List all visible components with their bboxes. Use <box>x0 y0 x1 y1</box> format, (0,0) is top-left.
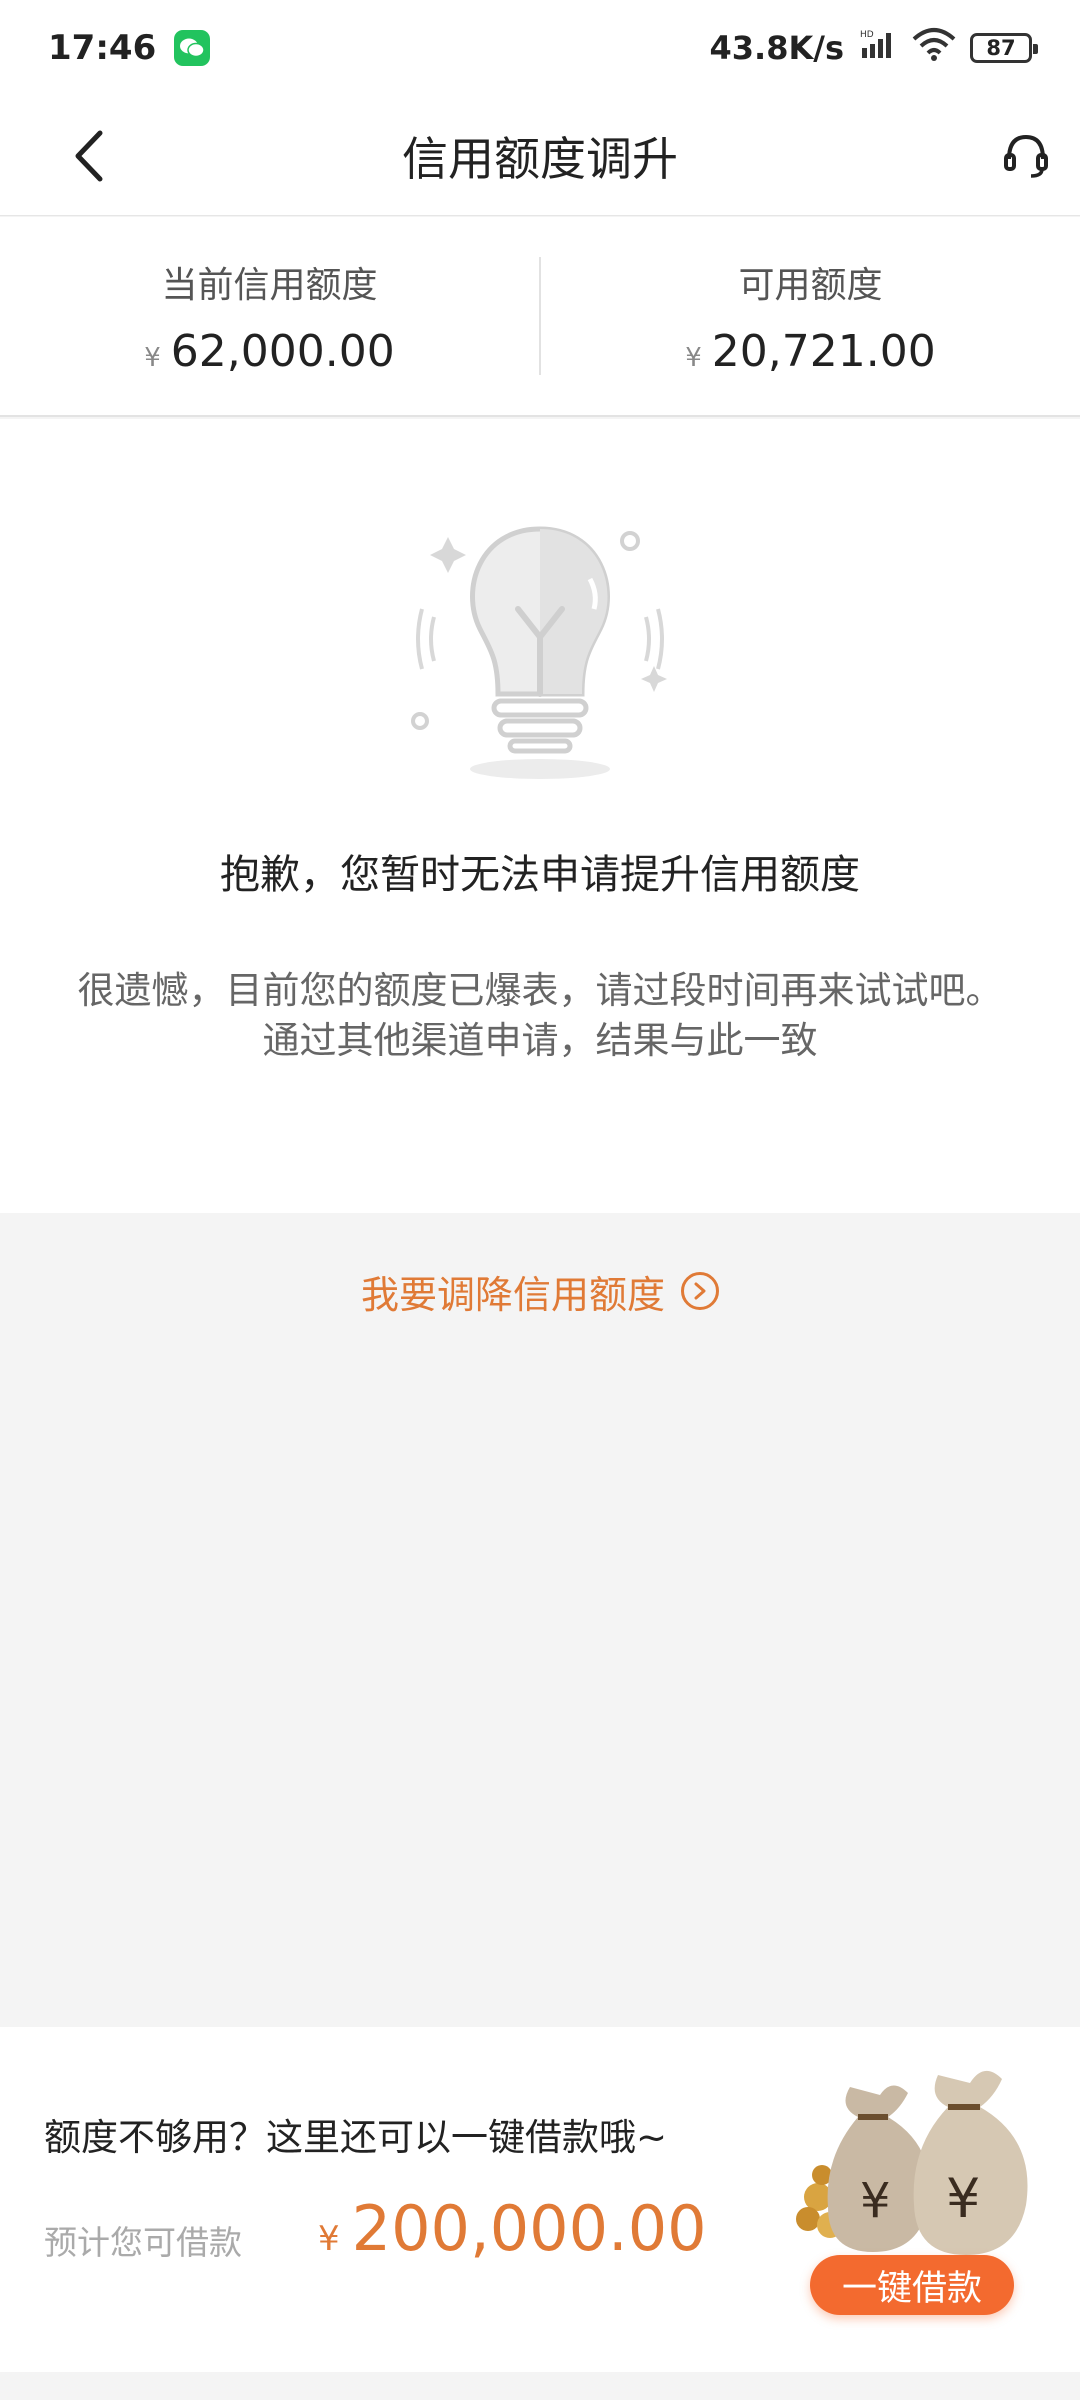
nav-bar: 信用额度调升 <box>0 96 1080 216</box>
wifi-icon <box>912 27 956 70</box>
money-bags-icon: ¥ ¥ <box>796 2070 1028 2255</box>
status-right: 43.8K/s HD 87 <box>709 27 1038 70</box>
loan-amount: 200,000.00 <box>351 2192 707 2265</box>
current-limit-label: 当前信用额度 <box>161 264 378 306</box>
status-time: 17:46 <box>48 28 157 68</box>
available-limit-label: 可用额度 <box>738 264 883 306</box>
lightbulb-icon <box>411 526 667 779</box>
svg-text:¥: ¥ <box>946 2167 980 2230</box>
chevron-left-icon <box>75 130 103 182</box>
page-title: 信用额度调升 <box>402 131 678 186</box>
svg-text:HD: HD <box>860 30 874 40</box>
notice-description: 很遗憾，目前您的额度已爆表，请过段时间再来试试吧。 通过其他渠道申请，结果与此一… <box>70 966 1010 1066</box>
current-limit-value: 62,000.00 <box>170 325 395 377</box>
currency-symbol: ¥ <box>318 2219 340 2259</box>
chevron-right-circle-icon <box>681 1272 719 1310</box>
reduce-credit-limit-link[interactable]: 我要调降信用额度 <box>0 1256 1080 1326</box>
customer-service-button[interactable] <box>996 126 1056 186</box>
battery-level: 87 <box>986 36 1016 60</box>
status-bar: 17:46 43.8K/s HD 87 <box>0 0 1080 96</box>
notice-desc-line1: 很遗憾，目前您的额度已爆表，请过段时间再来试试吧。 <box>77 969 1003 1012</box>
current-limit: 当前信用额度 ¥ 62,000.00 <box>0 217 539 415</box>
signal-icon: HD <box>858 28 898 69</box>
notice-title: 抱歉，您暂时无法申请提升信用额度 <box>220 852 860 898</box>
wechat-icon <box>174 30 211 66</box>
one-click-loan-button[interactable]: 一键借款 <box>810 2255 1014 2315</box>
loan-amount-row: ¥ 200,000.00 <box>318 2192 707 2265</box>
credit-limits-panel: 当前信用额度 ¥ 62,000.00 可用额度 ¥ 20,721.00 <box>0 217 1080 417</box>
available-limit-value-row: ¥ 20,721.00 <box>685 326 935 377</box>
available-limit: 可用额度 ¥ 20,721.00 <box>541 217 1080 415</box>
svg-text:¥: ¥ <box>860 2173 891 2229</box>
net-speed: 43.8K/s <box>709 29 844 67</box>
current-limit-value-row: ¥ 62,000.00 <box>144 326 394 377</box>
reduce-link-label: 我要调降信用额度 <box>360 1272 665 1317</box>
loan-estimate-label: 预计您可借款 <box>44 2223 242 2262</box>
notice-desc-line2: 通过其他渠道申请，结果与此一致 <box>262 1019 818 1062</box>
back-button[interactable] <box>60 126 120 186</box>
loan-promo-card: 额度不够用？这里还可以一键借款哦~ 预计您可借款 ¥ 200,000.00 ¥ … <box>0 2027 1080 2372</box>
battery-icon: 87 <box>970 33 1038 63</box>
available-limit-value: 20,721.00 <box>711 325 936 377</box>
currency-symbol: ¥ <box>144 342 161 373</box>
loan-prompt: 额度不够用？这里还可以一键借款哦~ <box>44 2116 668 2159</box>
currency-symbol: ¥ <box>685 342 702 373</box>
notice-panel <box>0 419 1080 1213</box>
headset-icon <box>1004 134 1048 178</box>
